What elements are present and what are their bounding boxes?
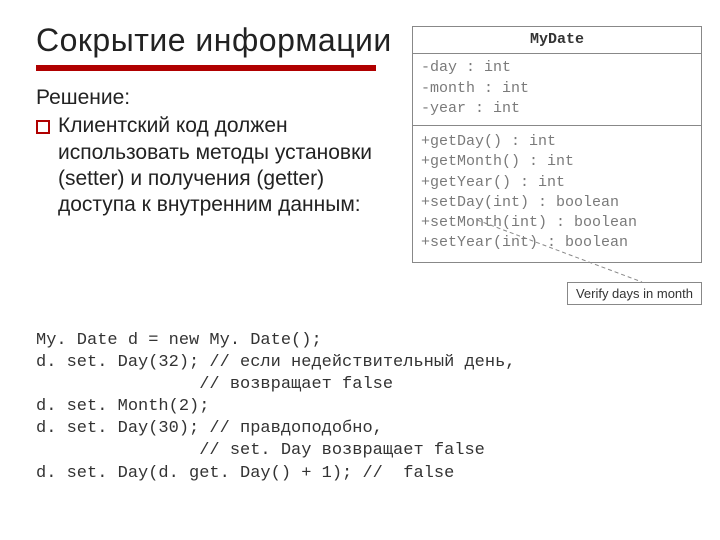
solution-label: Решение: <box>36 85 396 111</box>
bullet-item: Клиентский код должен использовать метод… <box>36 113 396 218</box>
code-line: // set. Day возвращает false <box>36 441 485 460</box>
uml-methods: +getDay() : int +getMonth() : int +getYe… <box>413 126 701 262</box>
code-line: d. set. Month(2); <box>36 397 209 416</box>
uml-field: -year : int <box>421 99 693 119</box>
title-underline <box>36 65 376 71</box>
code-line: My. Date d = new My. Date(); <box>36 331 322 350</box>
uml-method: +setYear(int) : boolean <box>421 233 693 253</box>
uml-class-name: MyDate <box>413 27 701 54</box>
uml-method: +setDay(int) : boolean <box>421 193 693 213</box>
uml-class-box: MyDate -day : int -month : int -year : i… <box>412 26 702 263</box>
uml-method: +getDay() : int <box>421 132 693 152</box>
uml-method: +setMonth(int) : boolean <box>421 213 693 233</box>
code-sample: My. Date d = new My. Date(); d. set. Day… <box>36 330 515 485</box>
uml-method: +getMonth() : int <box>421 152 693 172</box>
bullet-square-icon <box>36 120 50 134</box>
code-line: // возвращает false <box>36 375 393 394</box>
body-text: Решение: Клиентский код должен использов… <box>36 85 396 218</box>
uml-field: -month : int <box>421 79 693 99</box>
uml-fields: -day : int -month : int -year : int <box>413 54 701 126</box>
uml-field: -day : int <box>421 58 693 78</box>
code-line: d. set. Day(30); // правдоподобно, <box>36 419 383 438</box>
code-line: d. set. Day(d. get. Day() + 1); // false <box>36 464 454 483</box>
uml-method: +getYear() : int <box>421 173 693 193</box>
callout-label: Verify days in month <box>567 282 702 305</box>
bullet-text: Клиентский код должен использовать метод… <box>58 113 396 218</box>
code-line: d. set. Day(32); // если недействительны… <box>36 353 515 372</box>
uml-diagram: MyDate -day : int -month : int -year : i… <box>412 26 702 263</box>
